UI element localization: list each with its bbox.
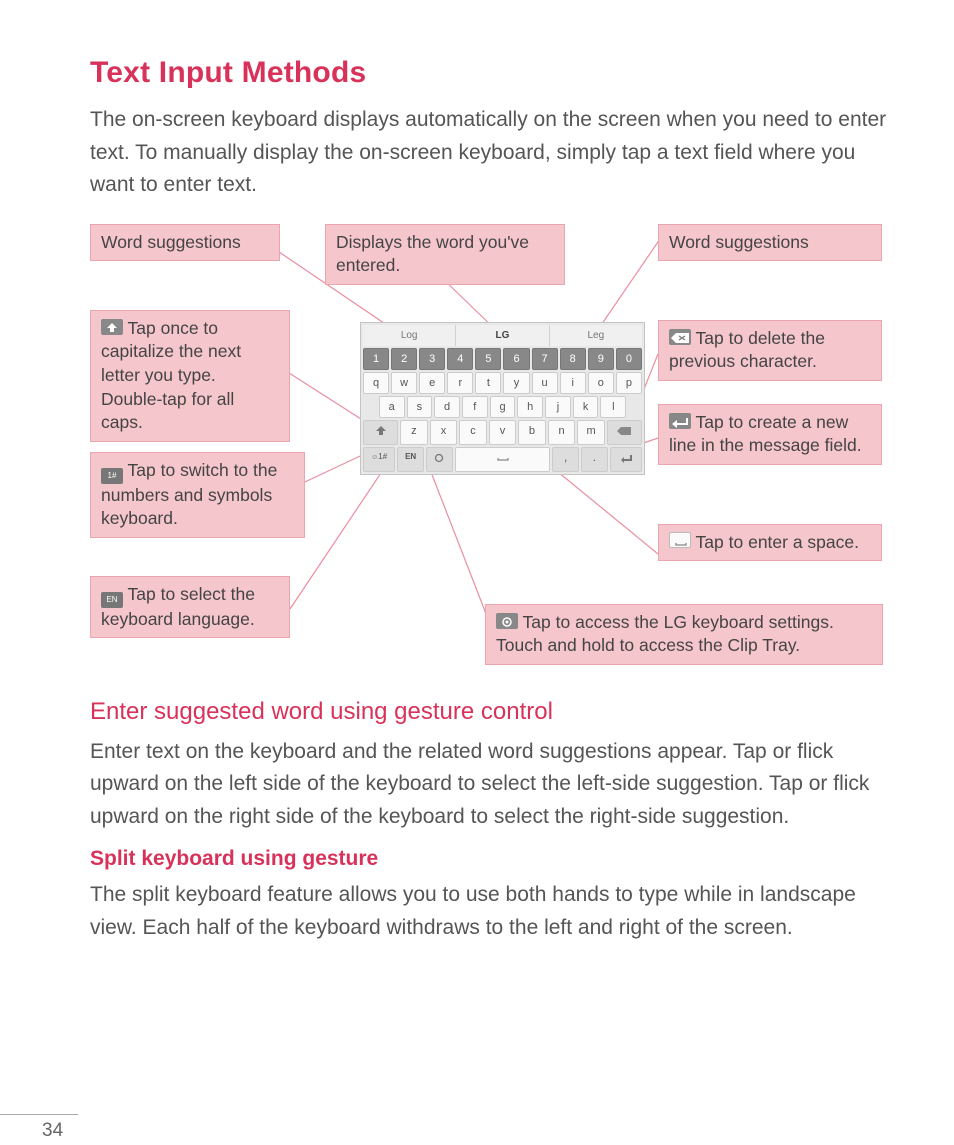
key-v: v [489,420,517,445]
callout-space-key: Tap to enter a space. [658,524,882,562]
page-title: Text Input Methods [90,56,894,90]
key-1: 1 [363,348,389,370]
key-o: o [588,372,614,394]
key-t: t [475,372,501,394]
key-p: p [616,372,642,394]
section-gesture-body: Enter text on the keyboard and the relat… [90,736,894,834]
section-split-title: Split keyboard using gesture [90,847,894,871]
key-k: k [573,396,599,418]
callout-enter-key: Tap to create a new line in the message … [658,404,882,465]
key-m: m [577,420,605,445]
settings-key [426,447,453,472]
key-e: e [419,372,445,394]
letter-row-3: z x c v b n m [363,420,642,445]
callout-symbols-key: 1# Tap to switch to the numbers and symb… [90,452,305,538]
page-number: 34 [42,1120,63,1142]
section-gesture-title: Enter suggested word using gesture contr… [90,698,894,726]
shift-icon [101,319,123,335]
gear-icon [496,613,518,629]
key-j: j [545,396,571,418]
suggestion-bar: Log LG Leg [363,325,642,346]
comma-key: , [552,447,579,472]
key-3: 3 [419,348,445,370]
callout-shift-key: Tap once to capitalize the next letter y… [90,310,290,442]
key-0: 0 [616,348,642,370]
key-a: a [379,396,405,418]
callout-settings-key: Tap to access the LG keyboard settings. … [485,604,883,665]
suggestion-center: LG [456,325,549,346]
letter-row-2: a s d f g h j k l [363,396,642,418]
keyboard-diagram: Word suggestions Displays the word you'v… [90,224,890,674]
callout-settings-text: Tap to access the LG keyboard settings. … [496,612,834,656]
intro-paragraph: The on-screen keyboard displays automati… [90,104,894,202]
key-u: u [532,372,558,394]
enter-key [610,447,642,472]
key-2: 2 [391,348,417,370]
language-icon: EN [101,592,123,608]
suggestion-right: Leg [550,325,642,346]
number-row: 1 2 3 4 5 6 7 8 9 0 [363,348,642,370]
suggestion-left: Log [363,325,456,346]
key-z: z [400,420,428,445]
language-key: EN [397,447,424,472]
key-r: r [447,372,473,394]
key-n: n [548,420,576,445]
key-4: 4 [447,348,473,370]
callout-enter-text: Tap to create a new line in the message … [669,412,862,456]
backspace-icon [669,329,691,345]
page-footer: 34 [0,1114,954,1115]
callout-lang-text: Tap to select the keyboard language. [101,584,255,629]
callout-language-key: EN Tap to select the keyboard language. [90,576,290,639]
space-key [455,447,551,472]
keyboard-illustration: Log LG Leg 1 2 3 4 5 6 7 8 9 0 q w e r [360,322,645,475]
key-i: i [560,372,586,394]
key-h: h [517,396,543,418]
backspace-key [607,420,642,445]
key-f: f [462,396,488,418]
callout-sym-text: Tap to switch to the numbers and symbols… [101,460,277,529]
callout-word-suggestions-left: Word suggestions [90,224,280,262]
shift-key [363,420,398,445]
key-7: 7 [532,348,558,370]
key-q: q [363,372,389,394]
key-d: d [434,396,460,418]
symbols-icon: 1# [101,468,123,484]
key-y: y [503,372,529,394]
key-5: 5 [475,348,501,370]
space-icon [669,532,691,548]
enter-icon [669,413,691,429]
key-g: g [490,396,516,418]
section-split-body: The split keyboard feature allows you to… [90,879,894,944]
key-c: c [459,420,487,445]
key-b: b [518,420,546,445]
callout-del-text: Tap to delete the previous character. [669,328,825,372]
callout-delete-key: Tap to delete the previous character. [658,320,882,381]
key-s: s [407,396,433,418]
callout-displays-word: Displays the word you've entered. [325,224,565,285]
symbols-key: ☺1# [363,447,395,472]
bottom-row: ☺1# EN , . [363,447,642,472]
letter-row-1: q w e r t y u i o p [363,372,642,394]
dot-key: . [581,447,608,472]
callout-space-text: Tap to enter a space. [691,532,859,552]
key-w: w [391,372,417,394]
callout-word-suggestions-right: Word suggestions [658,224,882,262]
key-l: l [600,396,626,418]
key-x: x [430,420,458,445]
key-9: 9 [588,348,614,370]
key-8: 8 [560,348,586,370]
key-6: 6 [503,348,529,370]
